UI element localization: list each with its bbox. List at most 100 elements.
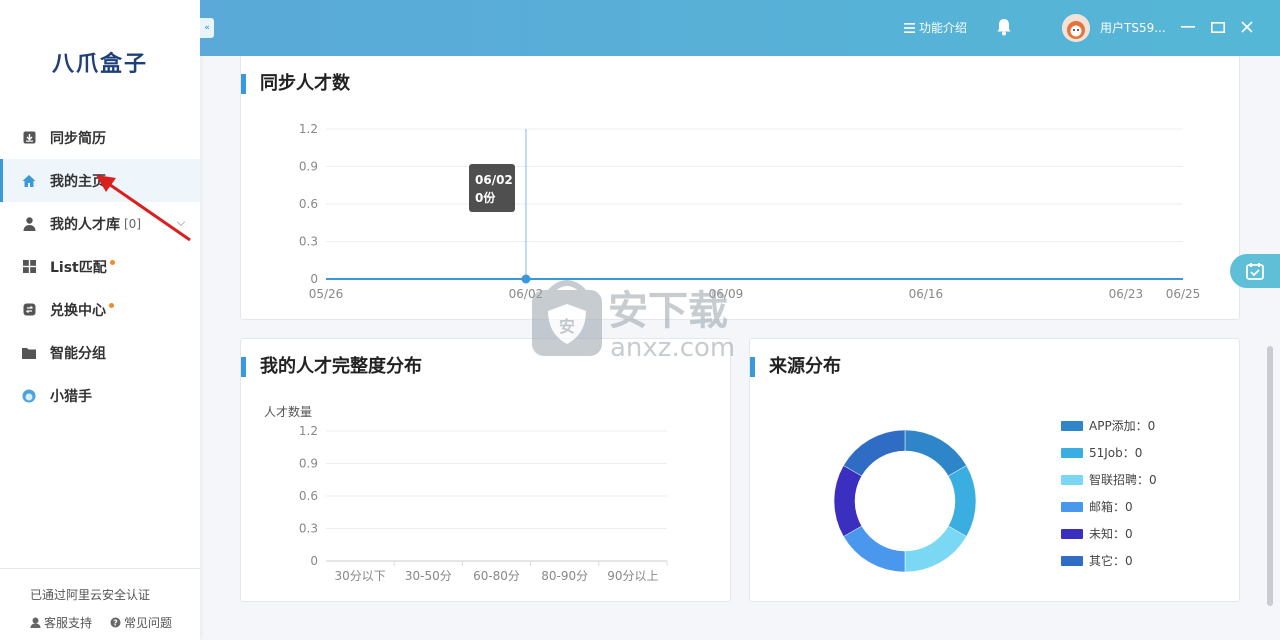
y-tick-label: 0.6: [299, 489, 318, 503]
support-link[interactable]: 客服支持: [30, 614, 92, 631]
sidebar-footer: 已通过阿里云安全认证 客服支持 ? 常见问题: [0, 568, 200, 630]
source-donut-chart[interactable]: [820, 418, 990, 584]
completeness-chart[interactable]: 人才数量 0 0.3 0.6 0.9 1.2 30分以下 30-50分 60-80分 80-90分…: [240, 338, 731, 600]
legend-label: 智联招聘：0: [1089, 473, 1157, 487]
notice-dot: [109, 260, 115, 265]
x-tick-label: 06/25: [1166, 287, 1201, 301]
sidebar: 八爪盒子 同步简历 我的主页 我的人才库 [0] List匹配 兑换中心 智能分…: [0, 0, 200, 640]
x-tick-label: 05/26: [309, 287, 344, 301]
faq-label: 常见问题: [124, 616, 173, 630]
maximize-button[interactable]: [1206, 14, 1230, 40]
close-button[interactable]: [1235, 14, 1259, 40]
x-tick-label: 60-80分: [473, 569, 520, 583]
sync-talent-chart[interactable]: 0 0.3 0.6 0.9 1.2 05/26 06/02 06/09 06/16 06/23 06…: [240, 56, 1240, 316]
sidebar-item-label: 智能分组: [50, 345, 106, 362]
sidebar-item-label: 小猎手: [50, 388, 92, 405]
x-tick-label: 30-50分: [405, 569, 452, 583]
bell-icon[interactable]: [996, 18, 1012, 40]
hunter-icon: [22, 389, 36, 403]
feature-intro-button[interactable]: 功能介绍: [904, 19, 967, 36]
grid-icon: [22, 260, 36, 274]
scrollbar[interactable]: [1267, 346, 1273, 606]
sidebar-item-label: 兑换中心: [50, 302, 106, 319]
collapse-sidebar-button[interactable]: «: [200, 18, 214, 38]
x-tick-label: 06/09: [709, 287, 744, 301]
y-tick-label: 0.3: [299, 522, 318, 536]
chart-tooltip: 06/02 0份: [469, 164, 515, 212]
y-axis-label: 人才数量: [264, 404, 312, 419]
support-label: 客服支持: [44, 616, 93, 630]
legend-item[interactable]: 其它：0: [1061, 547, 1157, 574]
legend-item[interactable]: 邮箱：0: [1061, 493, 1157, 520]
security-certification: 已通过阿里云安全认证: [30, 588, 151, 602]
data-point: [521, 274, 531, 284]
download-box-icon: [22, 131, 36, 145]
y-tick-label: 1.2: [299, 424, 318, 438]
menu-icon: [904, 22, 915, 33]
legend-swatch: [1061, 420, 1083, 431]
x-tick-label: 06/23: [1109, 287, 1144, 301]
home-icon: [22, 174, 36, 188]
legend-item[interactable]: 智联招聘：0: [1061, 466, 1157, 493]
app-logo[interactable]: 八爪盒子: [0, 46, 200, 78]
legend-label: APP添加：0: [1089, 419, 1156, 433]
sidebar-item-smart-group[interactable]: 智能分组: [0, 331, 200, 374]
folder-icon: [22, 346, 36, 360]
top-header: « 功能介绍 用户TS59...: [200, 0, 1280, 56]
headset-icon: [30, 617, 41, 628]
y-tick-label: 0: [310, 272, 318, 286]
close-icon: [1241, 21, 1253, 33]
legend-item[interactable]: APP添加：0: [1061, 412, 1157, 439]
sidebar-item-label: List匹配: [50, 259, 107, 276]
svg-text:?: ?: [113, 619, 118, 628]
x-tick-label: 30分以下: [334, 569, 385, 583]
donut-segment: [947, 465, 977, 537]
sidebar-item-exchange-center[interactable]: 兑换中心: [0, 288, 200, 331]
legend-swatch: [1061, 474, 1083, 485]
sidebar-nav: 同步简历 我的主页 我的人才库 [0] List匹配 兑换中心 智能分组 小猎手: [0, 116, 200, 417]
footer-links: 客服支持 ? 常见问题: [30, 614, 172, 631]
person-icon: [22, 216, 36, 231]
donut-segment: [843, 429, 906, 477]
x-tick-label: 06/16: [909, 287, 944, 301]
username[interactable]: 用户TS59...: [1100, 19, 1166, 36]
sidebar-item-little-hunter[interactable]: 小猎手: [0, 374, 200, 417]
x-tick-label: 90分以上: [607, 569, 658, 583]
notice-dot: [109, 303, 114, 308]
legend-swatch: [1061, 447, 1083, 458]
legend-swatch: [1061, 555, 1083, 566]
legend-swatch: [1061, 501, 1083, 512]
sidebar-item-list-match[interactable]: List匹配: [0, 245, 200, 288]
minimize-button[interactable]: [1176, 14, 1200, 40]
y-tick-label: 0.9: [299, 457, 318, 471]
y-tick-label: 0.3: [299, 235, 318, 249]
sidebar-item-sync-resume[interactable]: 同步简历: [0, 116, 200, 159]
feature-intro-label: 功能介绍: [919, 21, 968, 35]
y-tick-label: 0.6: [299, 197, 318, 211]
sidebar-item-label: 同步简历: [50, 130, 106, 147]
maximize-icon: [1211, 21, 1225, 33]
legend-item[interactable]: 51Job：0: [1061, 439, 1157, 466]
card-title: 来源分布: [750, 357, 841, 377]
annotation-arrow: [96, 175, 191, 242]
y-tick-label: 1.2: [299, 122, 318, 136]
tooltip-date: 06/02: [475, 173, 513, 187]
donut-segment: [904, 429, 967, 477]
floating-calendar-button[interactable]: [1230, 254, 1280, 288]
tooltip-value: 0份: [475, 191, 496, 205]
question-icon: ?: [110, 617, 121, 628]
legend-label: 邮箱：0: [1089, 500, 1133, 514]
legend-label: 未知：0: [1089, 527, 1133, 541]
donut-segment: [904, 525, 967, 573]
minimize-icon: [1181, 26, 1195, 28]
source-legend: APP添加：0 51Job：0 智联招聘：0 邮箱：0 未知：0 其它：0: [1061, 412, 1157, 574]
legend-label: 其它：0: [1089, 554, 1133, 568]
donut-segment: [843, 525, 906, 573]
faq-link[interactable]: ? 常见问题: [110, 614, 172, 631]
legend-item[interactable]: 未知：0: [1061, 520, 1157, 547]
x-tick-label: 80-90分: [541, 569, 588, 583]
exchange-icon: [22, 303, 36, 317]
avatar[interactable]: [1062, 14, 1090, 42]
donut-segment: [833, 465, 863, 537]
legend-swatch: [1061, 528, 1083, 539]
